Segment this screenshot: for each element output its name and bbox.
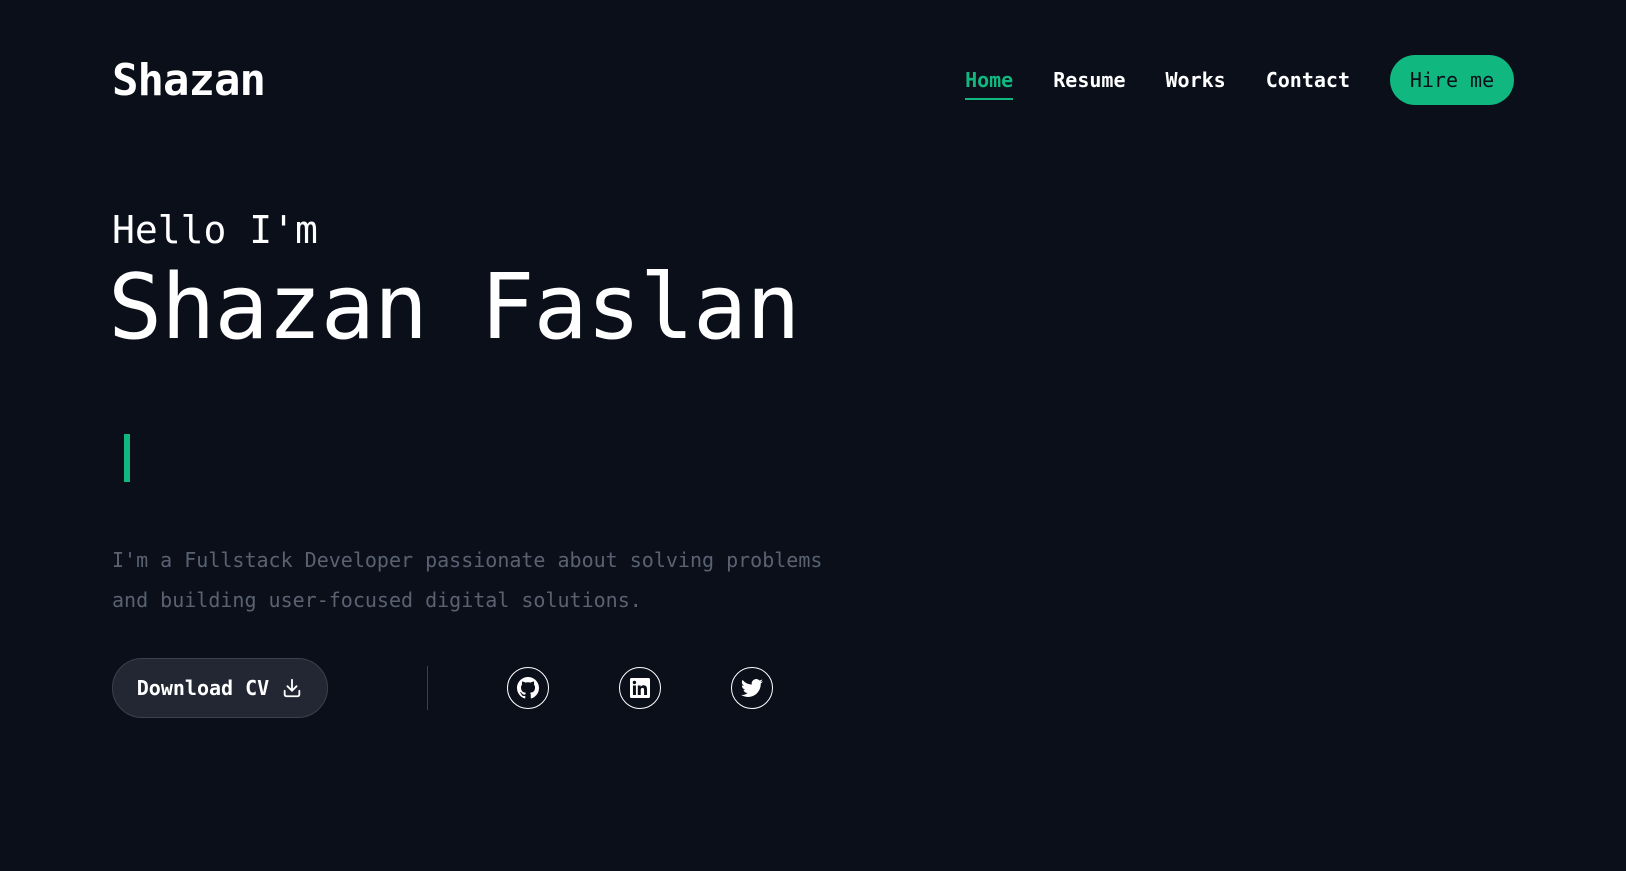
nav-item-resume[interactable]: Resume	[1053, 68, 1125, 100]
github-link[interactable]	[507, 667, 549, 709]
download-icon	[281, 677, 303, 699]
typing-cursor	[124, 434, 130, 482]
site-logo[interactable]: Shazan	[112, 55, 266, 106]
github-icon	[517, 677, 539, 699]
site-header: Shazan Home Resume Works Contact Hire me	[112, 50, 1514, 110]
download-cv-button[interactable]: Download CV	[112, 658, 328, 718]
hire-me-button[interactable]: Hire me	[1390, 55, 1514, 105]
main-nav: Home Resume Works Contact Hire me	[925, 55, 1514, 105]
linkedin-icon	[630, 678, 650, 698]
hero-description: I'm a Fullstack Developer passionate abo…	[112, 548, 823, 612]
hero-name: Shazan Faslan	[108, 255, 800, 360]
nav-item-works[interactable]: Works	[1165, 68, 1225, 100]
nav-item-contact[interactable]: Contact	[1266, 68, 1350, 100]
nav-item-home[interactable]: Home	[965, 68, 1014, 100]
actions-divider	[427, 666, 428, 710]
hero-greeting: Hello I'm	[112, 208, 318, 252]
download-cv-label: Download CV	[136, 676, 270, 700]
twitter-icon	[741, 677, 763, 699]
hero-actions: Download CV	[112, 658, 773, 718]
twitter-link[interactable]	[731, 667, 773, 709]
linkedin-link[interactable]	[619, 667, 661, 709]
